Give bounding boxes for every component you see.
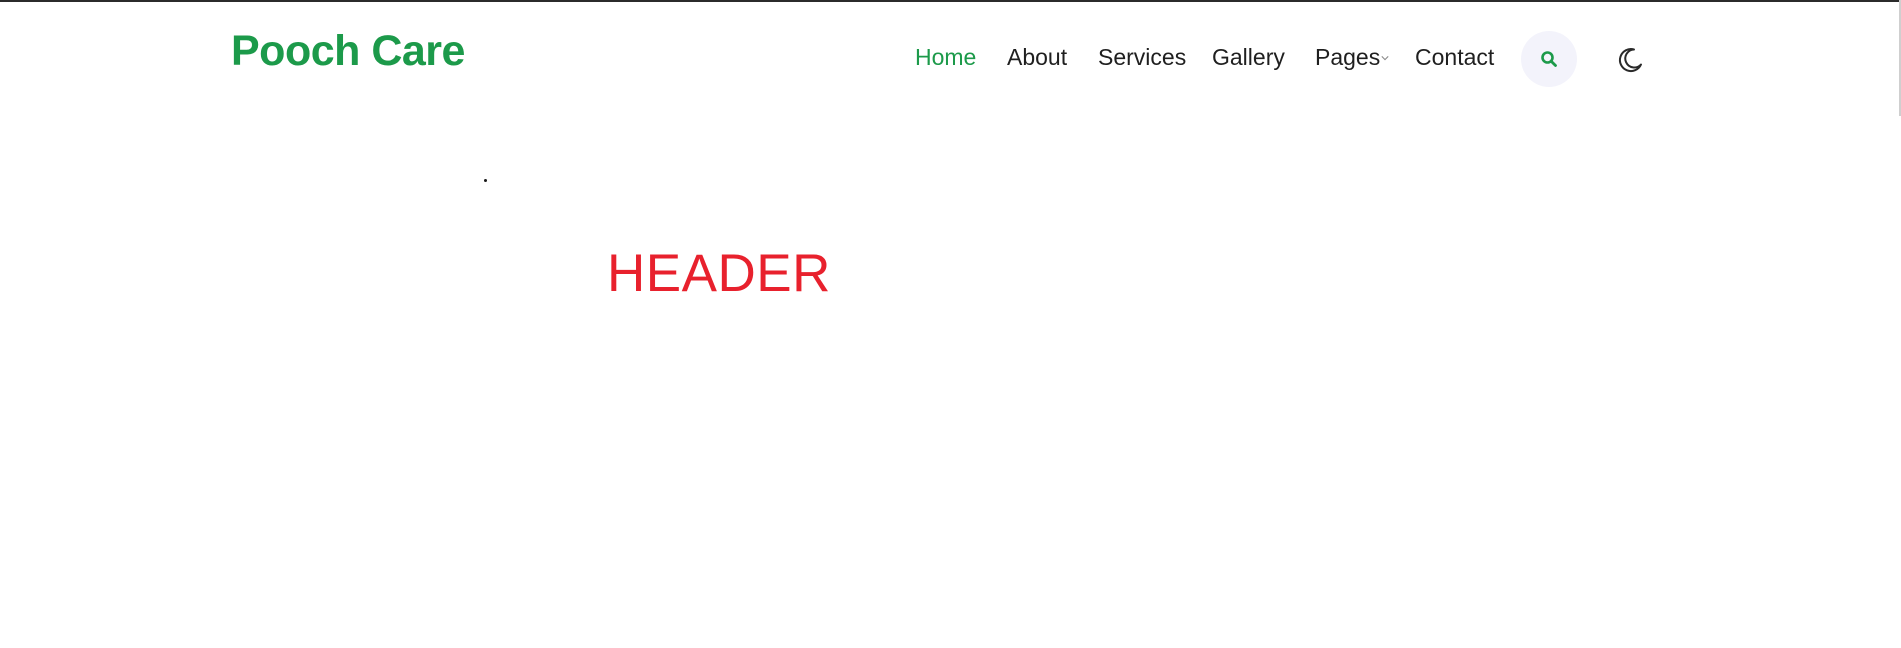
search-button[interactable] [1521, 31, 1577, 87]
nav-item-contact[interactable]: Contact [1415, 46, 1494, 69]
page: Pooch Care Home About Services Gallery P… [0, 0, 1901, 648]
search-icon [1541, 51, 1557, 67]
nav-item-home[interactable]: Home [915, 46, 976, 69]
chevron-down-icon[interactable] [1381, 54, 1389, 62]
stray-dot [484, 179, 487, 182]
nav-item-gallery[interactable]: Gallery [1212, 46, 1285, 69]
nav-item-services[interactable]: Services [1098, 46, 1186, 69]
nav-item-pages[interactable]: Pages [1315, 46, 1380, 69]
header-placeholder: HEADER [607, 244, 831, 303]
navbar: Pooch Care Home About Services Gallery P… [0, 2, 1901, 114]
theme-toggle-button[interactable] [1615, 45, 1645, 75]
nav-item-about[interactable]: About [1007, 46, 1067, 69]
moon-icon [1618, 48, 1642, 73]
